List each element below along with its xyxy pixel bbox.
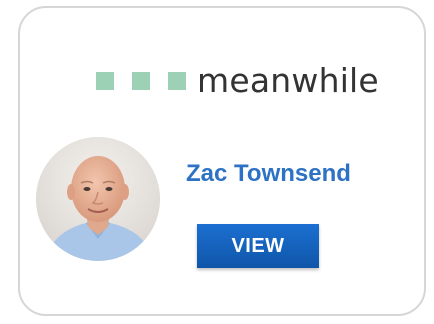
- avatar: [36, 137, 160, 261]
- logo-text: meanwhile: [197, 61, 379, 100]
- logo-square-icon: [132, 72, 150, 90]
- view-button[interactable]: VIEW: [197, 224, 319, 268]
- meanwhile-logo: meanwhile: [96, 64, 379, 98]
- logo-square-icon: [96, 72, 114, 90]
- logo-squares: [96, 72, 186, 90]
- profile-name: Zac Townsend: [186, 160, 351, 187]
- logo-square-icon: [168, 72, 186, 90]
